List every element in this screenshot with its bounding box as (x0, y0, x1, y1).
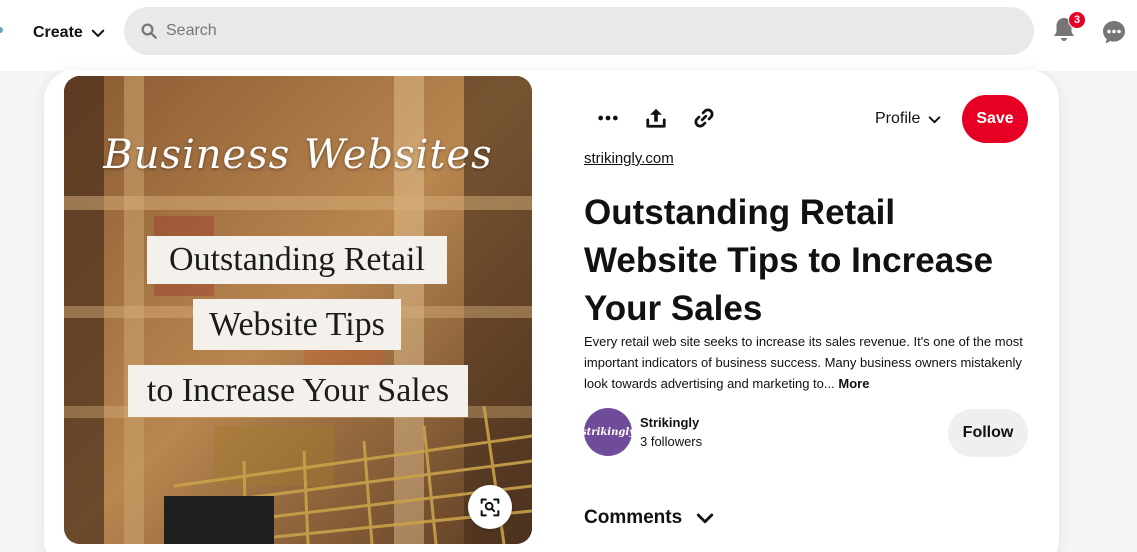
share-button[interactable] (638, 100, 674, 136)
link-icon (694, 108, 714, 128)
partial-logo[interactable] (0, 27, 3, 33)
comments-toggle[interactable]: Comments (584, 506, 714, 530)
chevron-down-icon (929, 115, 941, 123)
share-icon (646, 108, 666, 128)
search-icon (140, 22, 158, 40)
messages-button[interactable] (1101, 19, 1127, 45)
creator-avatar[interactable]: strikingly (581, 408, 635, 456)
image-caption-line: to Increase Your Sales (128, 365, 468, 417)
image-caption-line: Website Tips (193, 299, 401, 350)
more-options-button[interactable] (590, 100, 626, 136)
description-text: Every retail web site seeks to increase … (584, 334, 1023, 391)
top-navigation-bar: Create 3 (0, 0, 1137, 71)
board-select-dropdown[interactable]: Profile (875, 108, 941, 130)
image-script-title: Business Websites (103, 132, 493, 178)
create-label: Create (33, 24, 83, 41)
more-icon (598, 115, 618, 121)
more-link[interactable]: More (838, 376, 869, 391)
source-link[interactable]: strikingly.com (584, 150, 674, 167)
follow-button[interactable]: Follow (948, 409, 1028, 457)
pin-title: Outstanding Retail Website Tips to Incre… (584, 193, 994, 328)
pin-image[interactable]: Business Websites Outstanding Retail Web… (64, 76, 532, 544)
search-input[interactable] (166, 22, 966, 40)
notification-count-badge: 3 (1068, 11, 1086, 29)
search-bar[interactable] (124, 7, 1034, 55)
copy-link-button[interactable] (686, 100, 722, 136)
visual-search-button[interactable] (468, 485, 512, 529)
image-caption-line: Outstanding Retail (147, 236, 447, 284)
creator-name[interactable]: Strikingly (640, 415, 699, 430)
comments-label: Comments (584, 507, 683, 528)
pin-description: Every retail web site seeks to increase … (584, 331, 1024, 394)
creator-follower-count: 3 followers (640, 434, 703, 449)
chat-icon (1103, 21, 1125, 44)
chevron-down-icon (697, 513, 714, 524)
save-button[interactable]: Save (962, 95, 1028, 143)
create-menu-button[interactable]: Create (33, 22, 105, 44)
board-select-label: Profile (875, 110, 921, 127)
visual-search-icon (480, 498, 500, 517)
chevron-down-icon (91, 29, 105, 37)
